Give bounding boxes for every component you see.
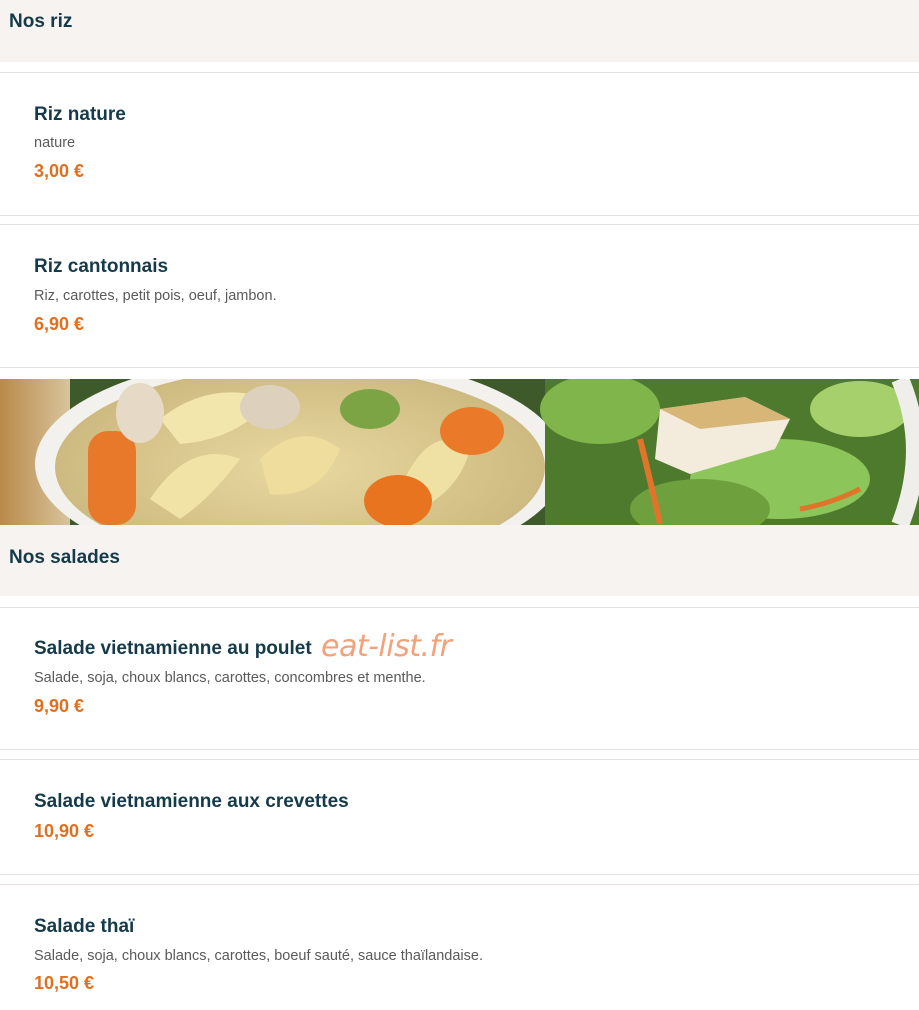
item-price: 3,00 € — [34, 161, 85, 181]
item-description: Salade, soja, choux blancs, carottes, co… — [34, 670, 426, 686]
item-description: Riz, carottes, petit pois, oeuf, jambon. — [34, 288, 277, 304]
item-price: 10,90 € — [34, 821, 95, 841]
item-price: 10,50 € — [34, 973, 95, 993]
item-name: Salade vietnamienne au poulet — [34, 638, 312, 659]
watermark-text: eat-list.fr — [321, 629, 452, 664]
item-price: 9,90 € — [34, 696, 85, 716]
item-name: Riz nature — [34, 104, 126, 125]
section-header-salades: Nos salades — [0, 525, 919, 596]
item-name: Riz cantonnais — [34, 256, 169, 277]
section-header-riz: Nos riz — [0, 0, 919, 62]
divider — [0, 367, 919, 368]
item-name: Salade thaï — [34, 916, 135, 937]
item-price: 6,90 € — [34, 314, 85, 334]
menu-item-riz-nature[interactable]: Riz nature nature 3,00 € — [0, 73, 919, 215]
divider — [0, 749, 919, 750]
food-banner-image — [0, 379, 919, 525]
menu-item-salade-crevettes[interactable]: Salade vietnamienne aux crevettes 10,90 … — [0, 760, 919, 874]
section-title: Nos salades — [9, 547, 120, 568]
item-description: nature — [34, 135, 76, 151]
menu-item-salade-poulet[interactable]: Salade vietnamienne au poulet Salade, so… — [0, 608, 919, 749]
menu-item-salade-thai[interactable]: Salade thaï Salade, soja, choux blancs, … — [0, 885, 919, 1010]
item-description: Salade, soja, choux blancs, carottes, bo… — [34, 948, 483, 964]
section-title: Nos riz — [9, 11, 73, 32]
divider — [0, 215, 919, 216]
divider — [0, 874, 919, 875]
item-name: Salade vietnamienne aux crevettes — [34, 791, 349, 812]
menu-item-riz-cantonnais[interactable]: Riz cantonnais Riz, carottes, petit pois… — [0, 225, 919, 367]
